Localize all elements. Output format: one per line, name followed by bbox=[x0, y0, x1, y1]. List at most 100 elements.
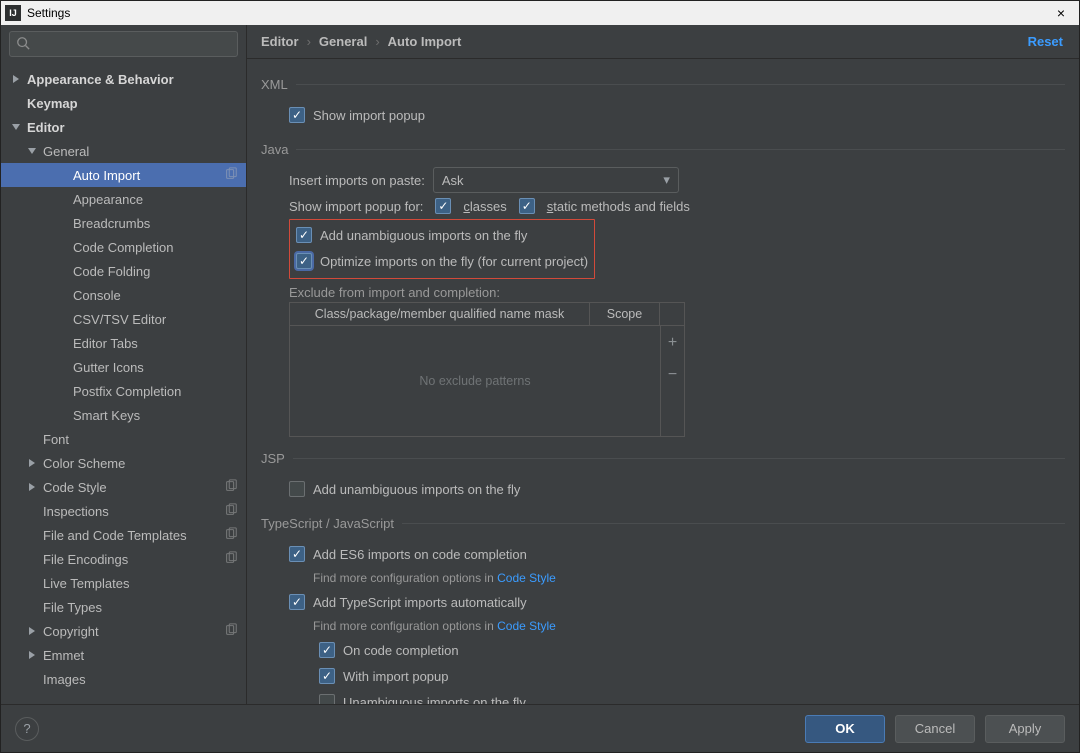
sidebar-item-editor-tabs[interactable]: Editor Tabs bbox=[1, 331, 246, 355]
group-ts-legend: TypeScript / JavaScript bbox=[261, 516, 402, 531]
sidebar-item-smart-keys[interactable]: Smart Keys bbox=[1, 403, 246, 427]
chevron-right-icon bbox=[27, 458, 39, 468]
exclude-table: Class/package/member qualified name mask… bbox=[289, 302, 685, 437]
code-style-link-2[interactable]: Code Style bbox=[497, 619, 556, 633]
sidebar: Appearance & Behavior Keymap Editor General… bbox=[1, 25, 247, 704]
help-button[interactable]: ? bbox=[15, 717, 39, 741]
es6-imports-checkbox[interactable] bbox=[289, 546, 305, 562]
sidebar-item-file-encodings[interactable]: File Encodings bbox=[1, 547, 246, 571]
sidebar-item-csv-tsv-editor[interactable]: CSV/TSV Editor bbox=[1, 307, 246, 331]
sidebar-item-emmet[interactable]: Emmet bbox=[1, 643, 246, 667]
insert-imports-label: Insert imports on paste: bbox=[289, 173, 425, 188]
sidebar-item-label: Appearance bbox=[73, 192, 238, 207]
sidebar-item-file-types[interactable]: File Types bbox=[1, 595, 246, 619]
sidebar-item-label: Emmet bbox=[43, 648, 238, 663]
sidebar-item-label: Keymap bbox=[27, 96, 238, 111]
sidebar-item-console[interactable]: Console bbox=[1, 283, 246, 307]
group-ts: TypeScript / JavaScript Add ES6 imports … bbox=[261, 516, 1065, 704]
classes-checkbox[interactable] bbox=[435, 198, 451, 214]
sidebar-item-breadcrumbs[interactable]: Breadcrumbs bbox=[1, 211, 246, 235]
jsp-add-unambiguous-checkbox[interactable] bbox=[289, 481, 305, 497]
static-methods-checkbox[interactable] bbox=[519, 198, 535, 214]
show-popup-for-label: Show import popup for: bbox=[289, 199, 423, 214]
exclude-col-scope[interactable]: Scope bbox=[590, 303, 660, 325]
exclude-col-mask[interactable]: Class/package/member qualified name mask bbox=[290, 303, 590, 325]
cancel-button[interactable]: Cancel bbox=[895, 715, 975, 743]
search-icon bbox=[16, 36, 30, 53]
dialog-footer: ? OK Cancel Apply bbox=[1, 704, 1079, 752]
ok-button[interactable]: OK bbox=[805, 715, 885, 743]
sidebar-item-file-and-code-templates[interactable]: File and Code Templates bbox=[1, 523, 246, 547]
sidebar-item-general[interactable]: General bbox=[1, 139, 246, 163]
sidebar-item-label: Auto Import bbox=[73, 168, 224, 183]
sidebar-item-keymap[interactable]: Keymap bbox=[1, 91, 246, 115]
optimize-imports-checkbox[interactable] bbox=[296, 253, 312, 269]
optimize-imports-label: Optimize imports on the fly (for current… bbox=[320, 254, 588, 269]
sidebar-item-label: Code Folding bbox=[73, 264, 238, 279]
insert-imports-combo[interactable]: Ask ▾ bbox=[433, 167, 679, 193]
sidebar-item-code-style[interactable]: Code Style bbox=[1, 475, 246, 499]
es6-imports-label: Add ES6 imports on code completion bbox=[313, 547, 527, 562]
xml-show-popup-checkbox[interactable] bbox=[289, 107, 305, 123]
breadcrumb-general[interactable]: General bbox=[319, 34, 367, 49]
sidebar-item-label: Images bbox=[43, 672, 238, 687]
chevron-right-icon bbox=[27, 626, 39, 636]
add-unambiguous-java-label: Add unambiguous imports on the fly bbox=[320, 228, 527, 243]
exclude-label: Exclude from import and completion: bbox=[289, 285, 1065, 300]
sidebar-item-copyright[interactable]: Copyright bbox=[1, 619, 246, 643]
chevron-down-icon bbox=[27, 146, 39, 156]
sidebar-item-label: Font bbox=[43, 432, 238, 447]
sidebar-item-label: Breadcrumbs bbox=[73, 216, 238, 231]
close-button[interactable]: × bbox=[1047, 5, 1075, 21]
sidebar-item-appearance-behavior[interactable]: Appearance & Behavior bbox=[1, 67, 246, 91]
group-java: Java Insert imports on paste: Ask ▾ Show… bbox=[261, 142, 1065, 437]
add-unambiguous-java-checkbox[interactable] bbox=[296, 227, 312, 243]
ts-imports-checkbox[interactable] bbox=[289, 594, 305, 610]
sidebar-item-font[interactable]: Font bbox=[1, 427, 246, 451]
sidebar-item-label: File Encodings bbox=[43, 552, 224, 567]
sidebar-item-appearance[interactable]: Appearance bbox=[1, 187, 246, 211]
sidebar-item-inspections[interactable]: Inspections bbox=[1, 499, 246, 523]
scope-icon bbox=[224, 479, 238, 496]
sidebar-item-label: Gutter Icons bbox=[73, 360, 238, 375]
sidebar-item-label: Console bbox=[73, 288, 238, 303]
with-import-popup-checkbox[interactable] bbox=[319, 668, 335, 684]
sidebar-item-label: Appearance & Behavior bbox=[27, 72, 238, 87]
on-code-completion-checkbox[interactable] bbox=[319, 642, 335, 658]
group-xml: XML Show import popup bbox=[261, 77, 1065, 128]
code-style-link[interactable]: Code Style bbox=[497, 571, 556, 585]
sidebar-item-gutter-icons[interactable]: Gutter Icons bbox=[1, 355, 246, 379]
find-more-es6: Find more configuration options in Code … bbox=[313, 571, 556, 585]
sidebar-item-images[interactable]: Images bbox=[1, 667, 246, 691]
search-input[interactable] bbox=[34, 36, 231, 53]
sidebar-item-label: File and Code Templates bbox=[43, 528, 224, 543]
sidebar-item-editor[interactable]: Editor bbox=[1, 115, 246, 139]
search-box[interactable] bbox=[9, 31, 238, 57]
sidebar-item-live-templates[interactable]: Live Templates bbox=[1, 571, 246, 595]
sidebar-item-label: Live Templates bbox=[43, 576, 238, 591]
sidebar-item-auto-import[interactable]: Auto Import bbox=[1, 163, 246, 187]
breadcrumb-editor[interactable]: Editor bbox=[261, 34, 299, 49]
add-exclude-button[interactable]: + bbox=[668, 334, 677, 352]
chevron-right-icon bbox=[27, 650, 39, 660]
unambiguous-ts-checkbox[interactable] bbox=[319, 694, 335, 704]
sidebar-item-label: General bbox=[43, 144, 238, 159]
apply-button[interactable]: Apply bbox=[985, 715, 1065, 743]
sidebar-item-label: Code Completion bbox=[73, 240, 238, 255]
scope-icon bbox=[224, 551, 238, 568]
sidebar-item-label: Editor Tabs bbox=[73, 336, 238, 351]
reset-link[interactable]: Reset bbox=[1028, 34, 1063, 49]
sidebar-item-postfix-completion[interactable]: Postfix Completion bbox=[1, 379, 246, 403]
sidebar-item-code-folding[interactable]: Code Folding bbox=[1, 259, 246, 283]
remove-exclude-button[interactable]: − bbox=[668, 366, 677, 384]
chevron-down-icon bbox=[11, 122, 23, 132]
sidebar-item-label: Smart Keys bbox=[73, 408, 238, 423]
unambiguous-ts-label: Unambiguous imports on the fly bbox=[343, 695, 526, 705]
scope-icon bbox=[224, 527, 238, 544]
sidebar-item-code-completion[interactable]: Code Completion bbox=[1, 235, 246, 259]
insert-imports-value: Ask bbox=[442, 173, 464, 188]
sidebar-item-label: Color Scheme bbox=[43, 456, 238, 471]
settings-tree[interactable]: Appearance & Behavior Keymap Editor General… bbox=[1, 63, 246, 704]
sidebar-item-color-scheme[interactable]: Color Scheme bbox=[1, 451, 246, 475]
exclude-empty-text: No exclude patterns bbox=[290, 326, 660, 436]
